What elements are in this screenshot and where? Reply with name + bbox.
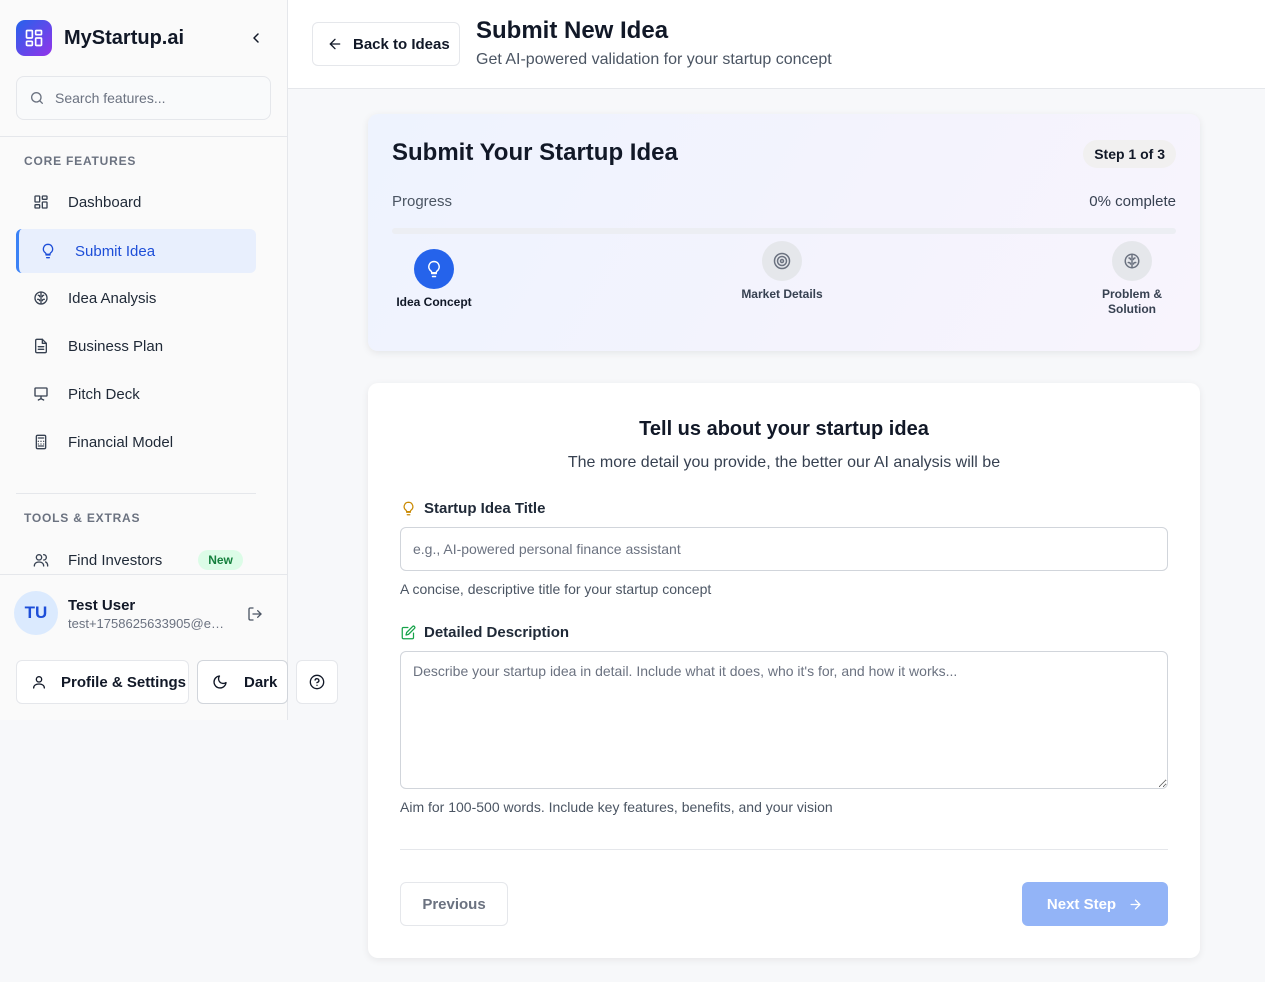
next-step-button[interactable]: Next Step [1022, 882, 1168, 926]
sidebar-item-dashboard[interactable]: Dashboard [16, 180, 256, 224]
theme-toggle-label: Dark [244, 673, 278, 691]
app-name: MyStartup.ai [64, 26, 185, 49]
sidebar-item-label: Submit Idea [75, 242, 156, 260]
step-circle [1112, 241, 1152, 281]
brain-icon [32, 289, 50, 307]
target-icon [773, 252, 791, 270]
previous-button[interactable]: Previous [400, 882, 508, 926]
sidebar-item-label: Pitch Deck [68, 385, 140, 403]
arrow-left-icon [329, 38, 341, 50]
theme-toggle-button[interactable]: Dark [197, 660, 288, 704]
step-circle [762, 241, 802, 281]
sidebar-item-business-plan[interactable]: Business Plan [16, 324, 256, 368]
profile-settings-label: Profile & Settings [61, 673, 187, 691]
tools-divider [16, 493, 256, 494]
sidebar-item-submit-idea[interactable]: Submit Idea [16, 229, 256, 273]
form-title: Tell us about your startup idea [639, 418, 929, 440]
brand[interactable]: MyStartup.ai [16, 20, 184, 56]
sidebar-item-label: Find Investors [68, 551, 163, 569]
step-label: Idea Concept [396, 295, 472, 309]
title-field-label-text: Startup Idea Title [424, 500, 546, 517]
page-header: Back to Ideas Submit New Idea Get AI-pow… [288, 0, 1265, 89]
idea-form-card: Tell us about your startup idea The more… [368, 383, 1200, 958]
next-step-label: Next Step [1046, 895, 1117, 913]
description-field-label-text: Detailed Description [424, 624, 570, 641]
profile-settings-button[interactable]: Profile & Settings [16, 660, 189, 704]
sidebar-item-idea-analysis[interactable]: Idea Analysis [16, 276, 256, 320]
lightbulb-icon [39, 242, 57, 260]
user-name: Test User [68, 597, 136, 614]
idea-title-input[interactable] [400, 527, 1168, 571]
app-logo-icon [16, 20, 52, 56]
calculator-icon [32, 433, 50, 451]
sidebar-item-label: Idea Analysis [68, 289, 157, 307]
logout-icon [248, 607, 262, 621]
avatar[interactable]: TU [14, 591, 58, 635]
form-divider [400, 849, 1168, 850]
presentation-icon [32, 385, 50, 403]
title-field-label: Startup Idea Title [400, 500, 545, 517]
logout-button[interactable] [244, 603, 266, 625]
help-icon [309, 674, 325, 690]
form-subtitle: The more detail you provide, the better … [567, 454, 1001, 471]
step-market-details[interactable]: Market Details [740, 241, 824, 302]
lightbulb-icon [428, 260, 440, 278]
sidebar: MyStartup.ai CORE FEATURES Dashboard Sub… [0, 0, 288, 720]
progress-card: Submit Your Startup Idea Step 1 of 3 Pro… [368, 114, 1200, 351]
sidebar-item-label: Business Plan [68, 337, 164, 355]
chevron-left-icon [253, 33, 259, 43]
users-icon [32, 551, 50, 569]
brain-icon [1124, 253, 1140, 269]
progress-bar [392, 228, 1176, 234]
sidebar-divider [0, 136, 287, 137]
sidebar-item-label: Financial Model [68, 433, 174, 451]
step-circle [414, 249, 454, 289]
moon-icon [213, 675, 227, 689]
title-field-help: A concise, descriptive title for your st… [400, 581, 712, 597]
user-icon [33, 676, 45, 689]
progress-percent: 0% complete [1089, 193, 1176, 210]
description-field-label: Detailed Description [400, 624, 569, 641]
new-badge: New [198, 550, 243, 570]
step-label: Market Details [741, 287, 823, 301]
collapse-sidebar-button[interactable] [244, 26, 268, 50]
sidebar-item-pitch-deck[interactable]: Pitch Deck [16, 372, 256, 416]
back-to-ideas-button[interactable]: Back to Ideas [312, 22, 460, 66]
progress-label: Progress [392, 193, 453, 210]
step-problem-solution[interactable]: Problem & Solution [1092, 241, 1172, 317]
step-label: Problem & Solution [1101, 287, 1162, 316]
user-email: test+1758625633905@ex... [68, 616, 228, 631]
document-icon [32, 337, 50, 355]
progress-card-title: Submit Your Startup Idea [392, 139, 678, 166]
lightbulb-icon [400, 501, 416, 517]
core-features-label: CORE FEATURES [24, 154, 137, 168]
sidebar-item-label: Dashboard [68, 193, 142, 211]
edit-icon [400, 625, 416, 641]
description-field-help: Aim for 100-500 words. Include key featu… [400, 799, 833, 815]
arrow-right-icon [1128, 897, 1143, 912]
sidebar-item-financial-model[interactable]: Financial Model [16, 420, 256, 464]
help-button[interactable] [296, 660, 338, 704]
dashboard-icon [32, 193, 50, 211]
idea-description-textarea[interactable] [400, 651, 1168, 789]
tools-extras-label: TOOLS & EXTRAS [24, 511, 141, 525]
back-to-ideas-label: Back to Ideas [353, 35, 450, 53]
search-box [16, 76, 271, 120]
page-title: Submit New Idea [476, 17, 669, 44]
page-subtitle: Get AI-powered validation for your start… [476, 51, 832, 68]
search-icon [31, 92, 43, 104]
search-input[interactable] [55, 90, 255, 106]
step-indicator-badge: Step 1 of 3 [1083, 140, 1176, 168]
step-idea-concept[interactable]: Idea Concept [392, 249, 476, 310]
